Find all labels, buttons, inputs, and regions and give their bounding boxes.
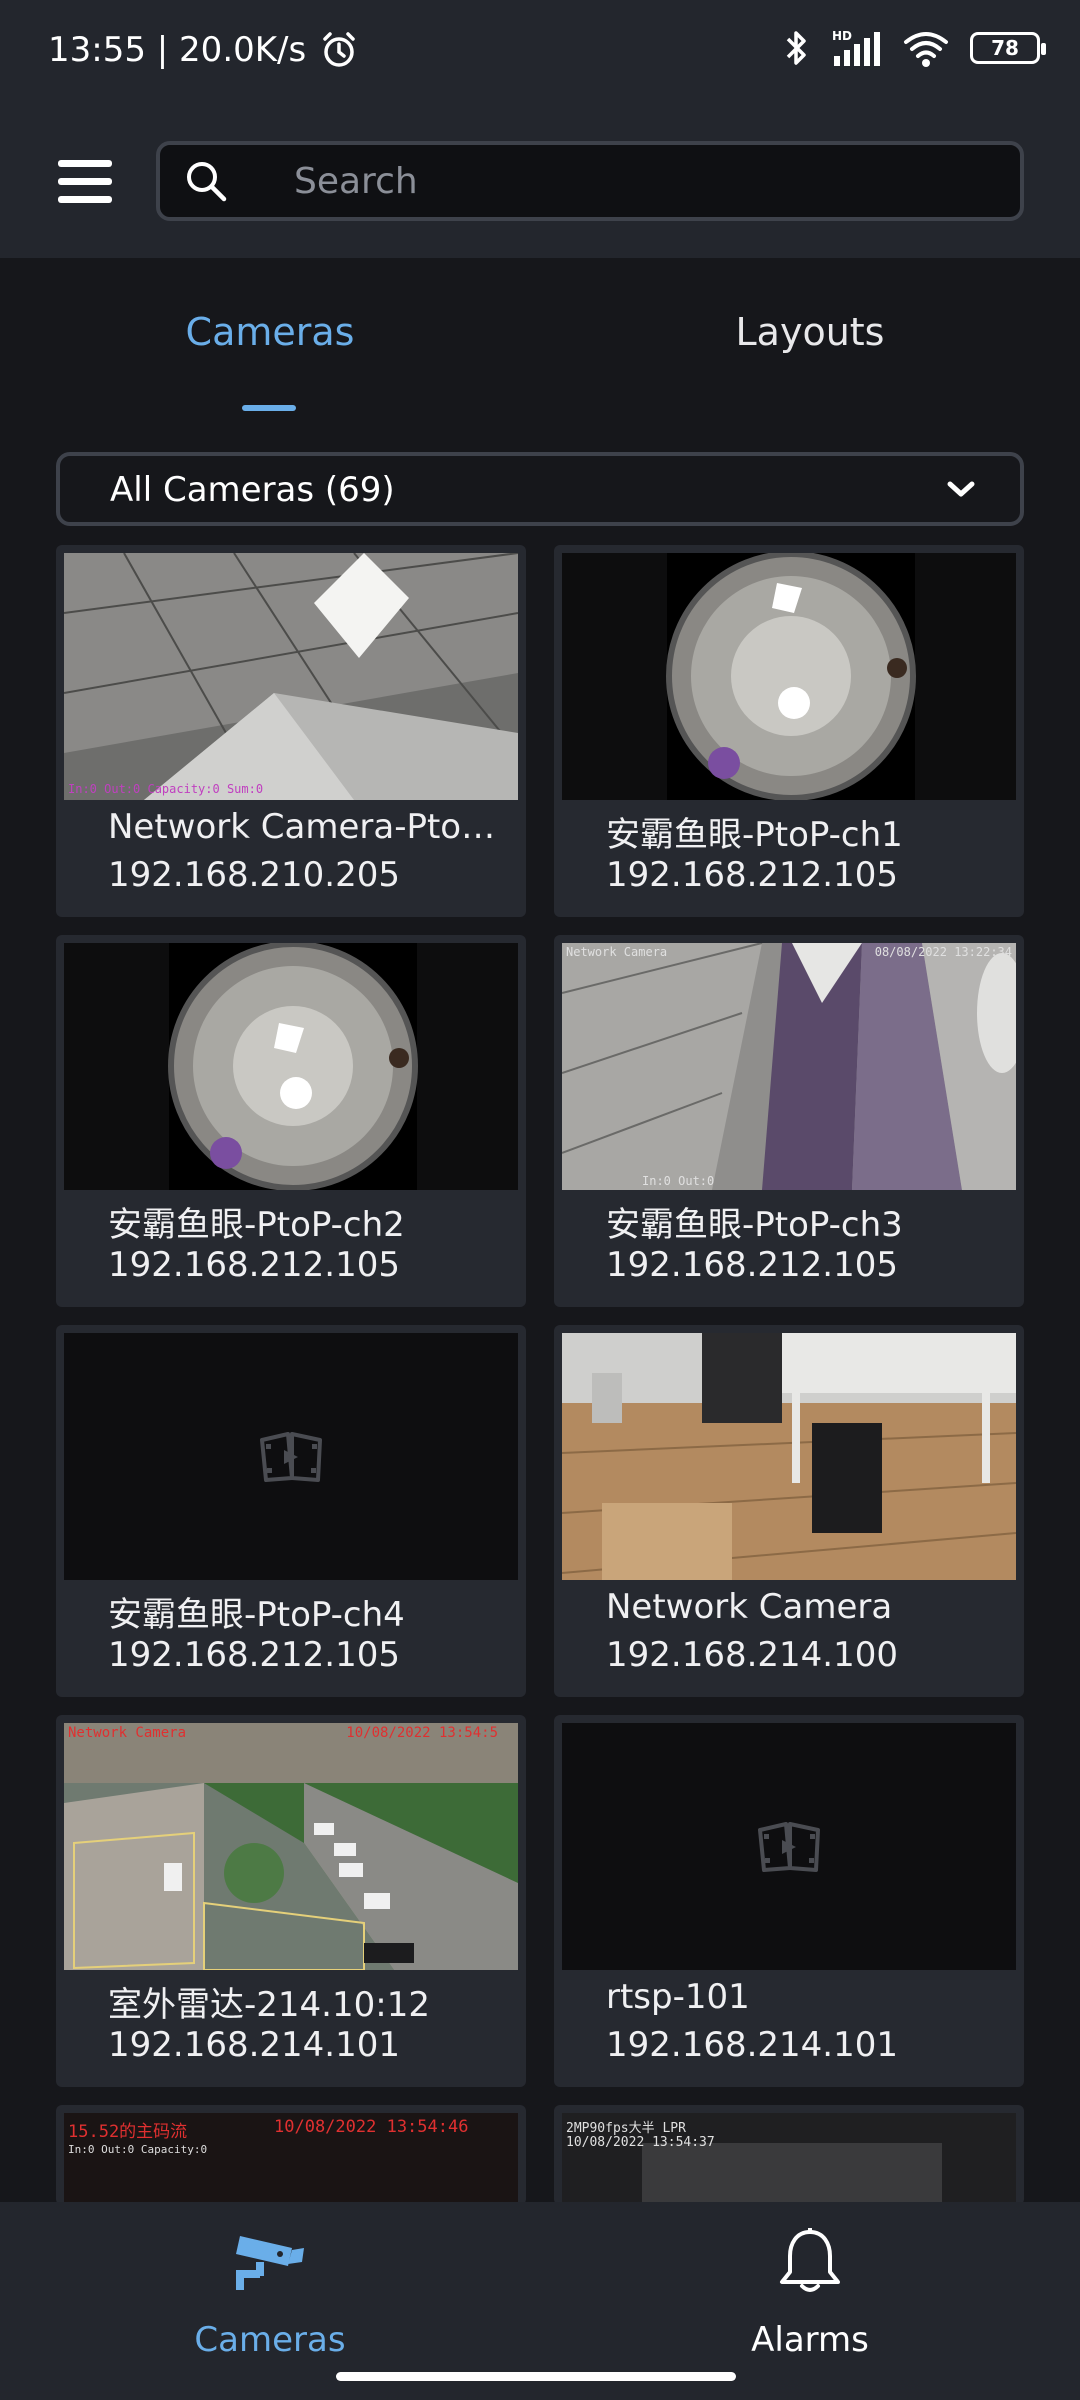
cellular-signal-icon: HD <box>832 29 880 66</box>
camera-card[interactable]: 2MP90fps大半 LPR 10/08/2022 13:54:37 <box>554 2105 1024 2205</box>
search-input[interactable] <box>294 145 994 217</box>
camera-ip: 192.168.214.100 <box>606 1635 899 1675</box>
camera-thumbnail: Network Camera 10/08/2022 13:54:5 <box>64 1723 518 1970</box>
bell-icon <box>780 2228 840 2292</box>
thumbnail-overlay-text: 15.52的主码流 <box>68 2122 188 2142</box>
camera-snapshot-image <box>64 553 518 800</box>
filter-label: All Cameras (69) <box>110 470 395 510</box>
app-header <box>0 105 1080 258</box>
svg-text:HD: HD <box>832 29 852 43</box>
camera-thumbnail: 2MP90fps大半 LPR 10/08/2022 13:54:37 <box>562 2113 1016 2205</box>
camera-thumbnail <box>562 1723 1016 1970</box>
camera-thumbnail: Network Camera 08/08/2022 13:22:34 In:0 … <box>562 943 1016 1190</box>
status-left: 13:55 | 20.0K/s <box>48 30 358 70</box>
thumbnail-overlay-text: In:0 Out:0 Capacity:0 Sum:0 <box>68 782 264 796</box>
camera-thumbnail <box>562 1333 1016 1580</box>
nav-alarms[interactable]: Alarms <box>540 2202 1080 2400</box>
active-tab-indicator <box>242 405 296 411</box>
camera-thumbnail: In:0 Out:0 Capacity:0 Sum:0 <box>64 553 518 800</box>
video-placeholder-icon <box>758 1822 820 1872</box>
camera-ip: 192.168.214.101 <box>108 2025 401 2065</box>
camera-ip: 192.168.212.105 <box>108 1245 401 1285</box>
menu-button[interactable] <box>58 160 112 204</box>
alarm-clock-icon <box>323 32 355 67</box>
thumbnail-timestamp: 10/08/2022 13:54:5 <box>346 1725 498 1741</box>
nav-label: Cameras <box>194 2320 346 2360</box>
camera-name: 安霸鱼眼-PtoP-ch4 <box>108 1595 405 1635</box>
cctv-camera-icon <box>236 2236 304 2290</box>
camera-card[interactable]: Network Camera 08/08/2022 13:22:34 In:0 … <box>554 935 1024 1307</box>
camera-ip: 192.168.212.105 <box>108 1635 401 1675</box>
camera-ip: 192.168.212.105 <box>606 1245 899 1285</box>
camera-filter-dropdown[interactable]: All Cameras (69) <box>56 452 1024 526</box>
nav-label: Alarms <box>751 2320 869 2360</box>
camera-name: 安霸鱼眼-PtoP-ch2 <box>108 1205 405 1245</box>
thumbnail-overlay-text: Network Camera <box>68 1725 187 1741</box>
camera-name: Network Camera <box>606 1587 893 1627</box>
camera-name: Network Camera-PtoP-... <box>108 807 508 847</box>
bluetooth-icon <box>786 31 806 65</box>
camera-card[interactable]: 安霸鱼眼-PtoP-ch1 192.168.212.105 <box>554 545 1024 917</box>
status-time: 13:55 | 20.0K/s <box>48 30 307 70</box>
camera-thumbnail: 15.52的主码流 10/08/2022 13:54:46 In:0 Out:0… <box>64 2113 518 2205</box>
camera-ip: 192.168.212.105 <box>606 855 899 895</box>
camera-name: rtsp-101 <box>606 1977 750 2017</box>
camera-snapshot-image <box>562 943 1016 1190</box>
thumbnail-overlay-text: Network Camera <box>566 945 668 959</box>
bottom-navigation: Cameras Alarms <box>0 2202 1080 2400</box>
camera-snapshot-image <box>64 1723 518 1970</box>
hamburger-line <box>58 178 112 185</box>
camera-thumbnail <box>64 943 518 1190</box>
camera-card[interactable]: 安霸鱼眼-PtoP-ch4 192.168.212.105 <box>56 1325 526 1697</box>
battery-level: 78 <box>991 36 1019 60</box>
thumbnail-overlay-text: In:0 Out:0 <box>642 1174 715 1188</box>
thumbnail-overlay-text: 2MP90fps大半 LPR <box>566 2121 686 2136</box>
status-bar: 13:55 | 20.0K/s HD 78 <box>0 0 1080 105</box>
camera-card[interactable]: 15.52的主码流 10/08/2022 13:54:46 In:0 Out:0… <box>56 2105 526 2205</box>
chevron-down-icon <box>947 481 975 497</box>
search-box[interactable] <box>156 141 1024 221</box>
home-indicator[interactable] <box>336 2372 736 2381</box>
camera-snapshot-image <box>642 2143 942 2205</box>
tab-cameras[interactable]: Cameras <box>0 310 540 354</box>
camera-card[interactable]: 安霸鱼眼-PtoP-ch2 192.168.212.105 <box>56 935 526 1307</box>
wifi-icon <box>904 32 948 67</box>
camera-thumbnail <box>64 1333 518 1580</box>
hamburger-line <box>58 196 112 203</box>
camera-card[interactable]: Network Camera 10/08/2022 13:54:5 室外雷达-2… <box>56 1715 526 2087</box>
tab-layouts[interactable]: Layouts <box>540 310 1080 354</box>
camera-card[interactable]: rtsp-101 192.168.214.101 <box>554 1715 1024 2087</box>
search-icon <box>187 162 227 202</box>
camera-card[interactable]: Network Camera 192.168.214.100 <box>554 1325 1024 1697</box>
camera-snapshot-image <box>64 943 518 1190</box>
video-placeholder-icon <box>260 1432 322 1482</box>
thumbnail-overlay-text: In:0 Out:0 Capacity:0 <box>68 2143 208 2156</box>
camera-card[interactable]: In:0 Out:0 Capacity:0 Sum:0 Network Came… <box>56 545 526 917</box>
thumbnail-timestamp: 10/08/2022 13:54:46 <box>274 2117 469 2137</box>
thumbnail-timestamp: 08/08/2022 13:22:34 <box>874 945 1012 959</box>
camera-thumbnail <box>562 553 1016 800</box>
camera-ip: 192.168.210.205 <box>108 855 401 895</box>
camera-name: 室外雷达-214.10:12 <box>108 1985 430 2025</box>
camera-name: 安霸鱼眼-PtoP-ch1 <box>606 815 903 855</box>
status-icons: HD 78 <box>784 28 1046 68</box>
camera-ip: 192.168.214.101 <box>606 2025 899 2065</box>
thumbnail-timestamp: 10/08/2022 13:54:37 <box>566 2135 715 2150</box>
camera-snapshot-image <box>562 1333 1016 1580</box>
camera-name: 安霸鱼眼-PtoP-ch3 <box>606 1205 903 1245</box>
tab-bar: Cameras Layouts <box>0 258 1080 413</box>
hamburger-line <box>58 160 112 167</box>
camera-snapshot-image <box>562 553 1016 800</box>
battery-icon: 78 <box>970 32 1046 64</box>
nav-cameras[interactable]: Cameras <box>0 2202 540 2400</box>
